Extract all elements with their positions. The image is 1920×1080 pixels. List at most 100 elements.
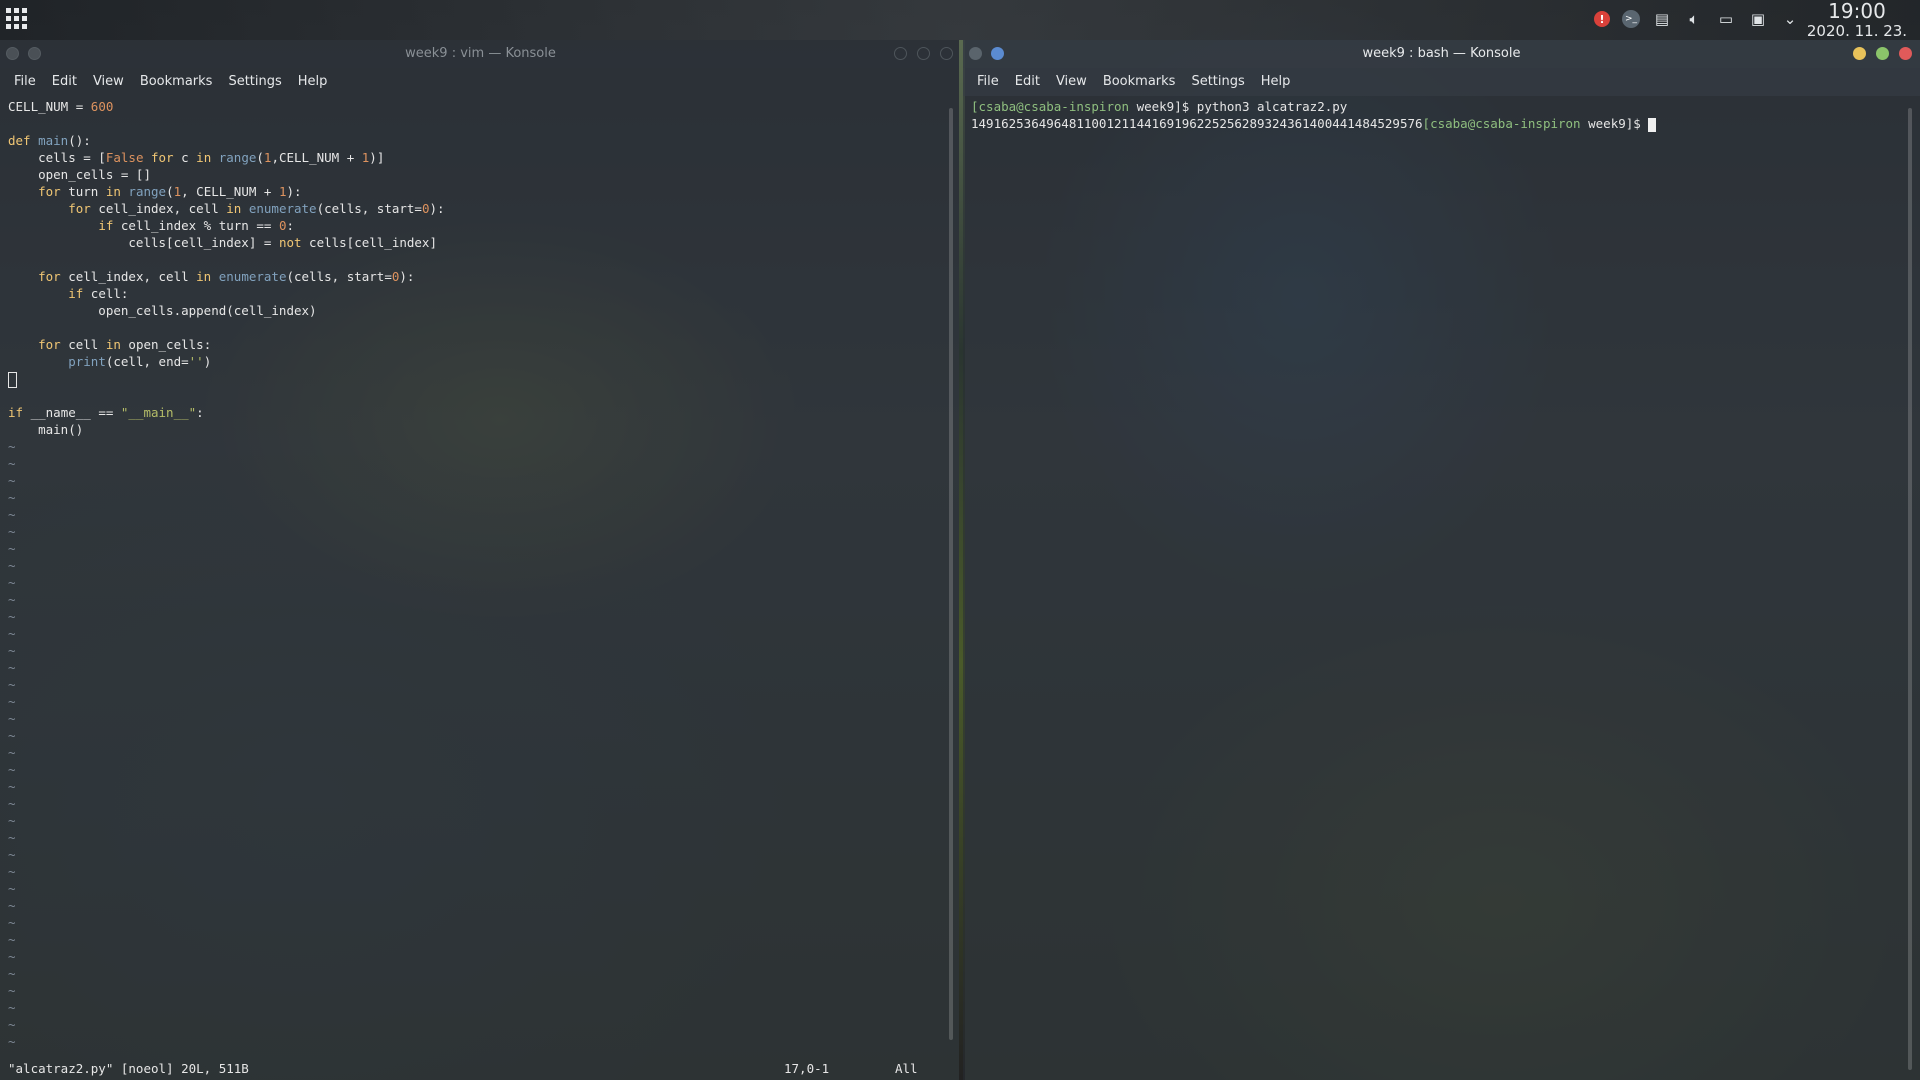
empty-line-tilde: ~ (8, 524, 16, 539)
menu-view[interactable]: View (1048, 68, 1095, 96)
menu-bookmarks[interactable]: Bookmarks (1095, 68, 1184, 96)
menu-file[interactable]: File (969, 68, 1007, 96)
system-tray: ! >_ ▤ 🔈︎ ▭ ▣ ⌄ (1594, 9, 1800, 29)
pin-icon[interactable] (28, 47, 41, 60)
empty-line-tilde: ~ (8, 507, 16, 522)
empty-line-tilde: ~ (8, 915, 16, 930)
code-line: CELL_NUM = 600 (8, 99, 114, 114)
empty-line-tilde: ~ (8, 609, 16, 624)
menu-view[interactable]: View (85, 68, 132, 96)
empty-line-tilde: ~ (8, 983, 16, 998)
empty-line-tilde: ~ (8, 558, 16, 573)
window-titlebar[interactable]: week9 : bash — Konsole (963, 40, 1920, 68)
maximize-button[interactable] (917, 47, 930, 60)
clock-date: 2020. 11. 23. (1806, 22, 1908, 40)
empty-line-tilde: ~ (8, 898, 16, 913)
close-button[interactable] (1899, 47, 1912, 60)
empty-line-tilde: ~ (8, 575, 16, 590)
menu-settings[interactable]: Settings (1183, 68, 1252, 96)
code-line: for cell in open_cells: (38, 337, 212, 352)
bash-terminal[interactable]: [csaba@csaba-inspiron week9]$ python3 al… (963, 98, 1920, 1080)
maximize-button[interactable] (1876, 47, 1889, 60)
empty-line-tilde: ~ (8, 694, 16, 709)
empty-line-tilde: ~ (8, 966, 16, 981)
empty-line-tilde: ~ (8, 1017, 16, 1032)
empty-line-tilde: ~ (8, 439, 16, 454)
minimize-button[interactable] (1853, 47, 1866, 60)
menu-edit[interactable]: Edit (1007, 68, 1048, 96)
minimize-button[interactable] (894, 47, 907, 60)
window-menu-icon[interactable] (969, 47, 982, 60)
vim-konsole-window[interactable]: week9 : vim — Konsole File Edit View Boo… (0, 40, 961, 1080)
close-button[interactable] (940, 47, 953, 60)
top-panel: ! >_ ▤ 🔈︎ ▭ ▣ ⌄ 19:00 2020. 11. 23. (0, 0, 1920, 40)
empty-line-tilde: ~ (8, 728, 16, 743)
alert-icon[interactable]: ! (1594, 11, 1610, 27)
menubar: File Edit View Bookmarks Settings Help (963, 68, 1920, 96)
volume-icon[interactable]: 🔈︎ (1684, 9, 1704, 29)
empty-line-tilde: ~ (8, 592, 16, 607)
empty-line-tilde: ~ (8, 1000, 16, 1015)
empty-line-tilde: ~ (8, 813, 16, 828)
vim-status-scroll: All (895, 1061, 918, 1076)
clock-time: 19:00 (1828, 0, 1886, 23)
empty-line-tilde: ~ (8, 762, 16, 777)
empty-line-tilde: ~ (8, 864, 16, 879)
empty-line-tilde: ~ (8, 677, 16, 692)
code-line: cells = [False for c in range(1,CELL_NUM… (8, 150, 385, 165)
menu-file[interactable]: File (6, 68, 44, 96)
empty-line-tilde: ~ (8, 626, 16, 641)
window-title: week9 : vim — Konsole (405, 46, 556, 61)
terminal-cursor (1648, 117, 1657, 132)
vim-status-file: "alcatraz2.py" [noeol] 20L, 511B (8, 1061, 249, 1076)
battery-icon[interactable]: ▭ (1716, 9, 1736, 29)
menu-edit[interactable]: Edit (44, 68, 85, 96)
menu-help[interactable]: Help (290, 68, 336, 96)
pin-icon[interactable] (991, 47, 1004, 60)
terminal-icon[interactable]: >_ (1622, 10, 1640, 28)
bash-konsole-window[interactable]: week9 : bash — Konsole File Edit View Bo… (963, 40, 1920, 1080)
empty-line-tilde: ~ (8, 1034, 16, 1049)
empty-line-tilde: ~ (8, 745, 16, 760)
chevron-down-icon[interactable]: ⌄ (1780, 9, 1800, 29)
clock[interactable]: 19:00 2020. 11. 23. (1802, 0, 1912, 40)
window-titlebar[interactable]: week9 : vim — Konsole (0, 40, 961, 68)
empty-line-tilde: ~ (8, 711, 16, 726)
empty-line-tilde: ~ (8, 490, 16, 505)
code-line: open_cells.append(cell_index) (8, 303, 317, 318)
code-line (0, 370, 961, 388)
display-icon[interactable]: ▣ (1748, 9, 1768, 29)
empty-line-tilde: ~ (8, 830, 16, 845)
menu-help[interactable]: Help (1253, 68, 1299, 96)
code-line: def main(): (8, 133, 91, 148)
empty-line-tilde: ~ (8, 796, 16, 811)
empty-line-tilde: ~ (8, 660, 16, 675)
empty-line-tilde: ~ (8, 473, 16, 488)
code-line: if cell: (68, 286, 129, 301)
app-launcher-icon[interactable] (6, 8, 28, 30)
code-line: open_cells = [] (8, 167, 151, 182)
scrollbar[interactable] (1908, 108, 1912, 1070)
code-line: cells[cell_index] = not cells[cell_index… (8, 235, 437, 250)
menubar: File Edit View Bookmarks Settings Help (0, 68, 961, 96)
empty-line-markers: ~ ~ ~ ~ ~ ~ ~ ~ ~ ~ ~ ~ ~ ~ ~ ~ ~ ~ ~ ~ ~ ~ ~ ~ ~ ~ ~ ~ ~ ~ ~ ~ ~ ~ ~ ~ (0, 438, 961, 1050)
menu-settings[interactable]: Settings (220, 68, 289, 96)
scrollbar[interactable] (949, 108, 953, 1040)
empty-line-tilde: ~ (8, 881, 16, 896)
empty-line-tilde: ~ (8, 779, 16, 794)
terminal-line: [csaba@csaba-inspiron week9]$ python3 al… (971, 99, 1348, 114)
window-menu-icon[interactable] (6, 47, 19, 60)
vim-cursor (8, 371, 17, 388)
code-line: print(cell, end='') (68, 354, 212, 369)
code-line: for turn in range(1, CELL_NUM + 1): (38, 184, 302, 199)
empty-line-tilde: ~ (8, 932, 16, 947)
clipboard-icon[interactable]: ▤ (1652, 9, 1672, 29)
vim-editor[interactable]: CELL_NUM = 600 def main(): cells = [Fals… (0, 98, 961, 1080)
menu-bookmarks[interactable]: Bookmarks (132, 68, 221, 96)
code-line: if __name__ == "__main__": (8, 405, 204, 420)
empty-line-tilde: ~ (8, 456, 16, 471)
